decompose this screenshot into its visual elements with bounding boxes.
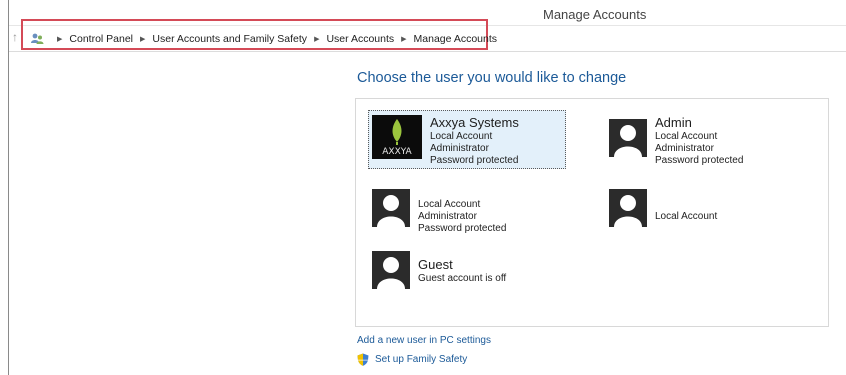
breadcrumb-separator-icon[interactable]: ▶ xyxy=(314,35,319,43)
up-arrow-icon[interactable]: ↑ xyxy=(12,30,18,44)
account-name: Guest xyxy=(418,257,453,272)
breadcrumb-manage-accounts[interactable]: Manage Accounts xyxy=(414,33,497,45)
svg-text:AXXYA: AXXYA xyxy=(382,147,412,157)
window-title: Manage Accounts xyxy=(543,7,647,22)
account-role: Administrator xyxy=(430,143,489,154)
account-tile-unnamed-local[interactable]: Local Account xyxy=(609,189,809,237)
account-type: Local Account xyxy=(655,131,718,142)
address-bar-divider xyxy=(9,51,846,52)
account-name: Admin xyxy=(655,115,692,130)
account-password-status: Password protected xyxy=(418,223,507,234)
account-status: Guest account is off xyxy=(418,273,507,284)
user-avatar-icon xyxy=(609,189,647,227)
family-safety-label[interactable]: Set up Family Safety xyxy=(375,354,467,365)
breadcrumb-separator-icon[interactable]: ▶ xyxy=(401,35,406,43)
account-tile-admin[interactable]: Admin Local Account Administrator Passwo… xyxy=(609,115,809,171)
account-tile-axxya-systems[interactable]: AXXYA Axxya Systems Local Account Admini… xyxy=(368,110,566,169)
account-type: Local Account xyxy=(655,211,718,222)
breadcrumb-user-accounts-family-safety[interactable]: User Accounts and Family Safety xyxy=(152,33,307,45)
account-role: Administrator xyxy=(418,211,477,222)
users-folder-icon[interactable] xyxy=(30,33,44,45)
page-heading: Choose the user you would like to change xyxy=(357,70,627,86)
breadcrumb-separator-icon[interactable]: ▶ xyxy=(140,35,145,43)
breadcrumb-user-accounts[interactable]: User Accounts xyxy=(326,33,394,45)
account-type: Local Account xyxy=(418,199,481,210)
user-avatar-icon xyxy=(372,251,410,289)
account-password-status: Password protected xyxy=(655,155,744,166)
accounts-panel: AXXYA Axxya Systems Local Account Admini… xyxy=(355,98,829,327)
axxya-logo-icon: AXXYA xyxy=(372,115,422,159)
account-password-status: Password protected xyxy=(430,155,519,166)
breadcrumb: ▶ Control Panel ▶ User Accounts and Fami… xyxy=(30,32,497,46)
family-safety-link[interactable]: Set up Family Safety xyxy=(357,353,467,366)
user-avatar-icon xyxy=(372,189,410,227)
user-avatar-icon xyxy=(609,119,647,157)
window-frame-left xyxy=(8,0,9,375)
breadcrumb-separator-icon: ▶ xyxy=(57,36,63,43)
breadcrumb-control-panel[interactable]: Control Panel xyxy=(69,33,133,45)
account-name: Axxya Systems xyxy=(430,115,519,130)
account-role: Administrator xyxy=(655,143,714,154)
account-tile-guest[interactable]: Guest Guest account is off xyxy=(372,251,572,295)
account-tile-unnamed-admin[interactable]: Local Account Administrator Password pro… xyxy=(372,189,572,237)
add-new-user-link[interactable]: Add a new user in PC settings xyxy=(357,335,491,346)
shield-icon xyxy=(357,353,369,366)
account-type: Local Account xyxy=(430,131,493,142)
